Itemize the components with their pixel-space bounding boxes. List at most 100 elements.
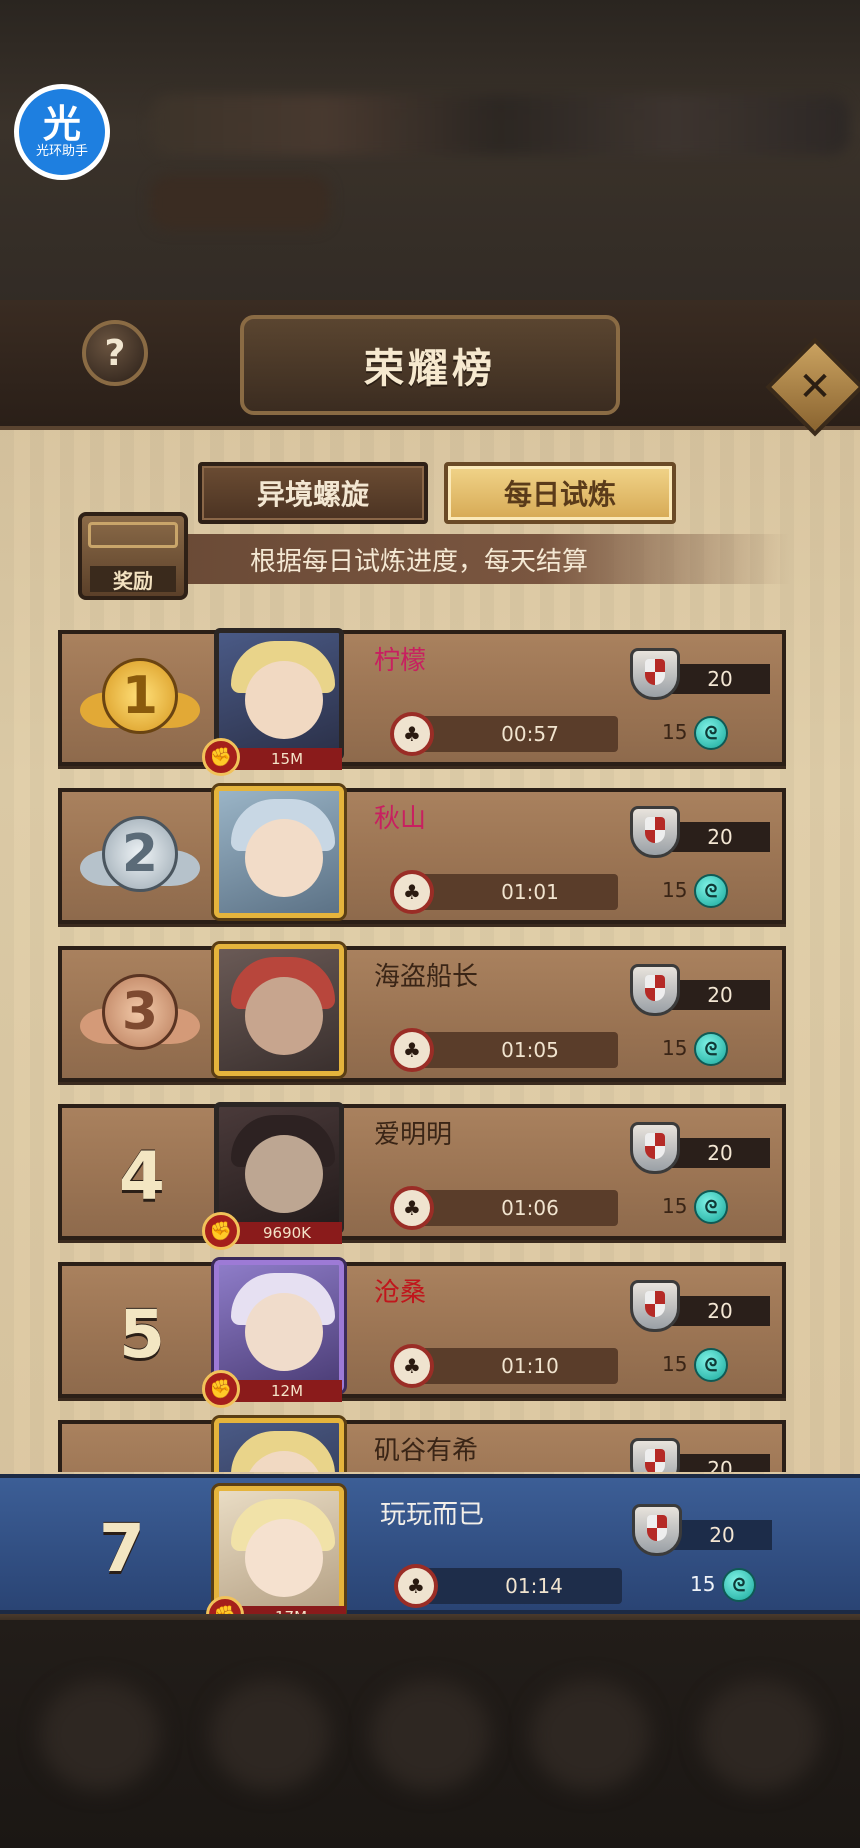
clear-time-value: 01:10 xyxy=(501,1354,559,1378)
page-title: 荣耀榜 xyxy=(364,346,496,392)
reward-shield-count: 20 xyxy=(670,1138,770,1168)
avatar-face xyxy=(245,661,323,739)
leaderboard-list[interactable]: 1 15M ✊ 柠檬 ♣ 00:57 20 15 ᘓ 2 秋山 ♣ 01:01 … xyxy=(0,620,860,1472)
rank-medal-silver: 2 xyxy=(80,810,200,906)
leaderboard-row[interactable]: 矶谷有希 20 xyxy=(58,1418,786,1472)
reward-shield[interactable]: 20 xyxy=(630,806,770,858)
rank-number: 5 xyxy=(119,1295,165,1373)
power-value: 12M xyxy=(232,1380,342,1402)
avatar[interactable] xyxy=(214,1418,344,1472)
clock-icon: ♣ xyxy=(390,870,434,914)
helper-logo-inner: 光 光环助手 xyxy=(19,89,105,175)
rank-medal-gold: 1 xyxy=(80,652,200,748)
blurred-top-bar-secondary xyxy=(150,175,330,230)
my-rank-row[interactable]: 7 17M ✊ 玩玩而已 ♣ 01:14 20 15 ᘓ xyxy=(0,1474,860,1634)
clear-time: ♣ 01:14 xyxy=(394,1564,622,1608)
leaderboard-row[interactable]: 5 12M ✊ 沧桑 ♣ 01:10 20 15 ᘓ xyxy=(58,1260,786,1408)
avatar-face xyxy=(245,977,323,1055)
clock-icon: ♣ xyxy=(390,1028,434,1072)
power-value: 15M xyxy=(232,748,342,770)
title-plate: 荣耀榜 xyxy=(240,315,620,415)
tab-label: 每日试炼 xyxy=(503,478,616,511)
rank-medal-bronze: 3 xyxy=(80,968,200,1064)
reward-gem[interactable]: 15 ᘓ xyxy=(662,716,762,752)
rank-number: 2 xyxy=(102,816,178,892)
shield-icon xyxy=(630,648,680,700)
gem-icon: ᘓ xyxy=(694,1348,728,1382)
reward-gem-count: 15 xyxy=(662,1194,688,1218)
clock-icon: ♣ xyxy=(394,1564,438,1608)
avatar[interactable] xyxy=(214,944,344,1076)
clear-time: ♣ 01:06 xyxy=(390,1186,618,1230)
clear-time: ♣ 01:10 xyxy=(390,1344,618,1388)
clear-time: ♣ 00:57 xyxy=(390,712,618,756)
leaderboard-row[interactable]: 3 海盗船长 ♣ 01:05 20 15 ᘓ xyxy=(58,944,786,1082)
clear-time-value: 00:57 xyxy=(501,722,559,746)
power-badge: 12M ✊ xyxy=(202,1370,352,1408)
clear-time: ♣ 01:01 xyxy=(390,870,618,914)
reward-shield[interactable]: 20 xyxy=(632,1504,772,1556)
tab-spiral[interactable]: 异境螺旋 xyxy=(198,462,428,524)
leaderboard-row[interactable]: 4 9690K ✊ 爱明明 ♣ 01:06 20 15 ᘓ xyxy=(58,1102,786,1250)
reward-shield[interactable]: 20 xyxy=(630,964,770,1016)
chest-icon xyxy=(88,522,178,548)
player-name: 矶谷有希 xyxy=(374,1436,479,1466)
reward-info-banner: 根据每日试炼进度，每天结算 xyxy=(170,534,790,584)
helper-logo-glyph: 光 xyxy=(42,102,81,146)
tab-label: 异境螺旋 xyxy=(256,478,369,511)
helper-logo-label: 光环助手 xyxy=(35,144,88,159)
question-icon: ? xyxy=(104,332,126,374)
tab-daily-trial[interactable]: 每日试炼 xyxy=(444,462,676,524)
reward-gem[interactable]: 15 ᘓ xyxy=(662,1348,762,1384)
avatar[interactable] xyxy=(214,1102,344,1234)
gem-icon: ᘓ xyxy=(694,874,728,908)
clear-time-value: 01:01 xyxy=(501,880,559,904)
avatar-face xyxy=(245,1519,323,1597)
clock-icon: ♣ xyxy=(390,712,434,756)
shield-icon xyxy=(630,806,680,858)
avatar-face xyxy=(245,1135,323,1213)
reward-shield-count: 20 xyxy=(670,822,770,852)
gem-icon: ᘓ xyxy=(694,716,728,750)
reward-chest-button[interactable]: 奖励 xyxy=(78,512,188,600)
gem-icon: ᘓ xyxy=(722,1568,756,1602)
blurred-nav-icon xyxy=(530,1680,650,1790)
reward-shield-count: 20 xyxy=(670,1454,770,1472)
shield-icon xyxy=(632,1504,682,1556)
avatar[interactable] xyxy=(214,1260,344,1392)
reward-gem[interactable]: 15 ᘓ xyxy=(662,1190,762,1226)
avatar[interactable] xyxy=(214,786,344,918)
reward-shield[interactable]: 20 xyxy=(630,1438,770,1472)
helper-app-logo[interactable]: 光 光环助手 xyxy=(14,84,110,180)
player-name: 沧桑 xyxy=(374,1278,427,1308)
reward-shield[interactable]: 20 xyxy=(630,648,770,700)
shield-icon xyxy=(630,1280,680,1332)
leaderboard-row[interactable]: 2 秋山 ♣ 01:01 20 15 ᘓ xyxy=(58,786,786,924)
reward-gem-count: 15 xyxy=(662,1036,688,1060)
reward-shield[interactable]: 20 xyxy=(630,1122,770,1174)
reward-shield-count: 20 xyxy=(672,1520,772,1550)
help-button[interactable]: ? xyxy=(82,320,148,386)
avatar[interactable] xyxy=(214,628,344,760)
blurred-top-bar xyxy=(150,95,850,155)
reward-gem-count: 15 xyxy=(662,878,688,902)
power-badge: 15M ✊ xyxy=(202,738,352,776)
reward-gem[interactable]: 15 ᘓ xyxy=(662,1032,762,1068)
clear-time-value: 01:06 xyxy=(501,1196,559,1220)
reward-gem[interactable]: 15 ᘓ xyxy=(662,874,762,910)
player-name: 爱明明 xyxy=(374,1120,453,1150)
rank-number: 4 xyxy=(119,1137,165,1215)
shield-icon xyxy=(630,964,680,1016)
blurred-nav-icon xyxy=(370,1680,490,1790)
reward-shield[interactable]: 20 xyxy=(630,1280,770,1332)
reward-gem-count: 15 xyxy=(662,720,688,744)
reward-gem-count: 15 xyxy=(690,1572,716,1596)
player-name: 玩玩而已 xyxy=(380,1500,485,1530)
shield-icon xyxy=(630,1122,680,1174)
shield-icon xyxy=(630,1438,680,1472)
reward-shield-count: 20 xyxy=(670,980,770,1010)
clear-time: ♣ 01:05 xyxy=(390,1028,618,1072)
reward-gem[interactable]: 15 ᘓ xyxy=(690,1568,790,1604)
player-name: 秋山 xyxy=(374,804,427,834)
leaderboard-row[interactable]: 1 15M ✊ 柠檬 ♣ 00:57 20 15 ᘓ xyxy=(58,628,786,776)
